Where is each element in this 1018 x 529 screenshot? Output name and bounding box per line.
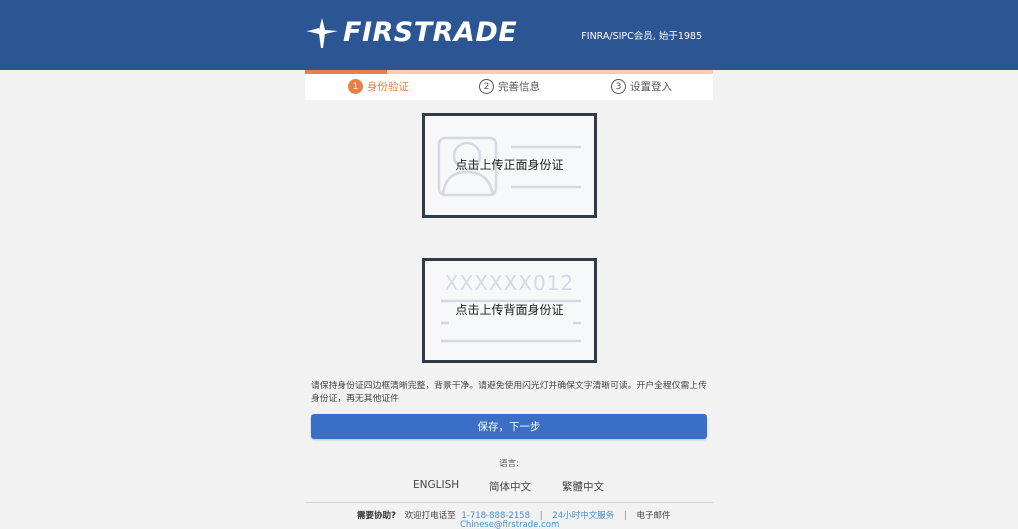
language-label: 语言: [499, 459, 519, 469]
firstrade-logo[interactable]: FIRSTRADE [305, 16, 517, 50]
upload-front-id-button[interactable]: 点击上传正面身份证 [422, 113, 597, 218]
separator: | [623, 511, 627, 521]
step-number: 1 [348, 79, 363, 94]
save-next-button[interactable]: 保存，下一步 [311, 414, 707, 439]
upload-back-label: 点击上传背面身份证 [455, 303, 564, 317]
step-complete-info: 2 完善信息 [479, 79, 540, 94]
step-number: 2 [479, 79, 494, 94]
brand-name: FIRSTRADE [343, 17, 518, 48]
help-call-text: 欢迎打电话至 [404, 511, 456, 521]
step-set-login: 3 设置登入 [611, 79, 672, 94]
progress-bar [305, 70, 713, 74]
chat-link[interactable]: 24小时中文服务 [552, 511, 614, 521]
upload-back-id-button[interactable]: XXXXXX012 点击上传背面身份证 [422, 258, 597, 363]
help-title: 需要协助? [357, 511, 396, 521]
language-traditional-chinese[interactable]: 繁體中文 [562, 479, 604, 494]
site-header: FIRSTRADE FINRA/SIPC会员, 始于1985 [0, 0, 1018, 70]
jet-icon [306, 18, 338, 48]
step-identity-verification: 1 身份验证 [348, 79, 409, 94]
step-label: 完善信息 [498, 81, 540, 93]
membership-text: FINRA/SIPC会员, 始于1985 [581, 31, 702, 42]
progress-fill [305, 70, 387, 74]
step-label: 身份验证 [367, 81, 409, 93]
sample-id-number: XXXXXX012 [444, 271, 575, 295]
email-link[interactable]: Chinese@firstrade.com [460, 520, 559, 529]
step-label: 设置登入 [630, 81, 672, 93]
language-simplified-chinese[interactable]: 简体中文 [489, 479, 531, 494]
upload-instructions: 请保持身份证四边框清晰完整，背景干净。请避免使用闪光灯并确保文字清晰可读。开户全… [311, 381, 707, 404]
email-label: 电子邮件 [636, 511, 671, 521]
language-english[interactable]: ENGLISH [413, 479, 459, 491]
step-number: 3 [611, 79, 626, 94]
upload-front-label: 点击上传正面身份证 [455, 158, 564, 172]
step-indicator: 1 身份验证 2 完善信息 3 设置登入 [305, 70, 713, 100]
footer-divider [305, 502, 713, 503]
